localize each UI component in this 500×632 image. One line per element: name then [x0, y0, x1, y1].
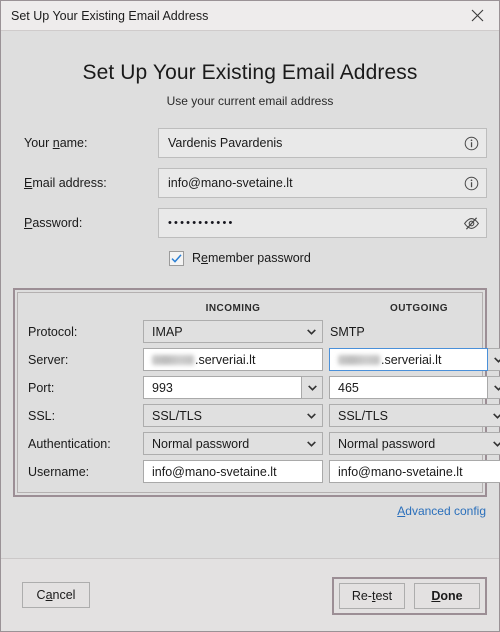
label-server: Server:: [28, 352, 69, 367]
server-settings-inner: INCOMING OUTGOING Protocol: IMAP SMTP Se…: [17, 292, 500, 493]
row-protocol: Protocol: IMAP SMTP: [28, 320, 472, 343]
label-password: Password:: [24, 216, 83, 230]
outgoing-auth-cell: Normal password: [329, 432, 500, 455]
label-authentication: Authentication:: [28, 436, 111, 451]
your-name-value: Vardenis Pavardenis: [168, 136, 283, 150]
incoming-ssl-cell: SSL/TLS: [143, 404, 323, 427]
chevron-down-icon: [307, 384, 317, 391]
column-header-outgoing: OUTGOING: [389, 303, 449, 314]
info-icon[interactable]: [458, 130, 484, 156]
chevron-down-icon: [301, 405, 322, 426]
label-username: Username:: [28, 464, 90, 479]
row-authentication: Authentication: Normal password Normal p…: [28, 432, 500, 455]
outgoing-port-dropdown-button[interactable]: [488, 376, 500, 399]
outgoing-port-input[interactable]: 465: [329, 376, 488, 399]
redacted-host-prefix: xxxxx: [338, 354, 380, 365]
credentials-form: Your name: Vardenis Pavardenis Email add…: [13, 128, 487, 268]
action-button-group: Re-t est Done: [332, 577, 487, 615]
outgoing-authentication-value: Normal password: [338, 436, 436, 451]
incoming-port-dropdown-button[interactable]: [302, 376, 323, 399]
outgoing-ssl-select[interactable]: SSL/TLS: [329, 404, 500, 427]
page-subtitle: Use your current email address: [166, 94, 334, 108]
done-button[interactable]: Done: [414, 583, 480, 609]
incoming-protocol-cell: IMAP: [143, 320, 323, 343]
chevron-down-icon: [301, 433, 322, 454]
redacted-host-prefix: xxxxx: [152, 354, 194, 365]
outgoing-username-cell: info@mano-svetaine.lt: [329, 460, 500, 483]
incoming-server-input[interactable]: xxxxx.serveriai.lt: [143, 348, 323, 371]
remember-password-row[interactable]: Remember password: [169, 248, 487, 268]
outgoing-protocol-cell: SMTP: [329, 320, 500, 343]
row-username: Username: info@mano-svetaine.lt info@man…: [28, 460, 500, 483]
outgoing-username-input[interactable]: info@mano-svetaine.lt: [329, 460, 500, 483]
outgoing-protocol-value: SMTP: [330, 324, 365, 339]
checkmark-icon: [171, 253, 182, 263]
server-settings-panel: INCOMING OUTGOING Protocol: IMAP SMTP Se…: [13, 288, 500, 497]
incoming-username-cell: info@mano-svetaine.lt: [143, 460, 323, 483]
label-email-address: Email address:: [24, 176, 107, 190]
cancel-button[interactable]: Ca ncel: [22, 582, 90, 608]
close-icon: [471, 9, 484, 22]
dialog-footer: Ca ncel Re-t est Done: [1, 558, 499, 631]
eye-hidden-icon[interactable]: [458, 210, 484, 236]
outgoing-port-combobox[interactable]: 465: [329, 376, 500, 399]
incoming-authentication-select[interactable]: Normal password: [143, 432, 323, 455]
outgoing-port-cell: 465: [329, 376, 500, 399]
incoming-server-cell: xxxxx.serveriai.lt: [143, 348, 323, 371]
outgoing-ssl-value: SSL/TLS: [338, 408, 389, 423]
remember-password-checkbox[interactable]: [169, 250, 184, 266]
outgoing-ssl-cell: SSL/TLS: [329, 404, 500, 427]
window-title: Set Up Your Existing Email Address: [11, 8, 209, 23]
outgoing-server-combobox[interactable]: xxxxx.serveriai.lt: [329, 348, 500, 371]
incoming-server-value: .serveriai.lt: [195, 352, 256, 367]
column-header-incoming: INCOMING: [205, 303, 261, 314]
row-email-address: Email address: info@mano-svetaine.lt: [13, 168, 487, 198]
label-ssl: SSL:: [28, 408, 56, 423]
outgoing-server-dropdown-button[interactable]: [488, 348, 500, 371]
chevron-down-icon: [301, 321, 322, 342]
outgoing-server-value: .serveriai.lt: [381, 352, 442, 367]
page-title: Set Up Your Existing Email Address: [82, 61, 418, 84]
info-icon[interactable]: [458, 170, 484, 196]
incoming-auth-cell: Normal password: [143, 432, 323, 455]
settings-column-headers: INCOMING OUTGOING: [28, 300, 472, 317]
remember-password-label: Remember password: [192, 251, 311, 265]
email-address-input[interactable]: info@mano-svetaine.lt: [158, 168, 487, 198]
email-address-value: info@mano-svetaine.lt: [168, 176, 293, 190]
incoming-port-input[interactable]: 993: [143, 376, 302, 399]
label-port: Port:: [28, 380, 55, 395]
title-bar: Set Up Your Existing Email Address: [1, 1, 499, 31]
close-button[interactable]: [455, 1, 499, 30]
outgoing-authentication-select[interactable]: Normal password: [329, 432, 500, 455]
row-password: Password: •••••••••••: [13, 208, 487, 238]
password-input[interactable]: •••••••••••: [158, 208, 487, 238]
incoming-protocol-value: IMAP: [152, 324, 183, 339]
row-ssl: SSL: SSL/TLS SSL/TLS: [28, 404, 500, 427]
incoming-port-combobox[interactable]: 993: [143, 376, 323, 399]
retest-button[interactable]: Re-t est: [339, 583, 405, 609]
password-value: •••••••••••: [168, 217, 235, 229]
chevron-down-icon: [493, 356, 500, 363]
advanced-config-row: Advanced config: [13, 504, 487, 518]
incoming-port-cell: 993: [143, 376, 323, 399]
advanced-config-link[interactable]: Advanced config: [397, 504, 486, 518]
setup-email-dialog: Set Up Your Existing Email Address Set U…: [0, 0, 500, 632]
incoming-authentication-value: Normal password: [152, 436, 250, 451]
incoming-protocol-select[interactable]: IMAP: [143, 320, 323, 343]
your-name-input[interactable]: Vardenis Pavardenis: [158, 128, 487, 158]
row-your-name: Your name: Vardenis Pavardenis: [13, 128, 487, 158]
outgoing-server-input[interactable]: xxxxx.serveriai.lt: [329, 348, 488, 371]
label-protocol: Protocol:: [28, 324, 78, 339]
label-your-name: Your name:: [24, 136, 88, 150]
incoming-ssl-value: SSL/TLS: [152, 408, 203, 423]
chevron-down-icon: [487, 433, 500, 454]
row-port: Port: 993 465: [28, 376, 500, 399]
row-server: Server: xxxxx.serveriai.lt xxxxx.serveri…: [28, 348, 500, 371]
chevron-down-icon: [493, 384, 500, 391]
dialog-content: Set Up Your Existing Email Address Use y…: [1, 31, 500, 558]
incoming-ssl-select[interactable]: SSL/TLS: [143, 404, 323, 427]
outgoing-server-cell: xxxxx.serveriai.lt: [329, 348, 500, 371]
incoming-username-input[interactable]: info@mano-svetaine.lt: [143, 460, 323, 483]
chevron-down-icon: [487, 405, 500, 426]
